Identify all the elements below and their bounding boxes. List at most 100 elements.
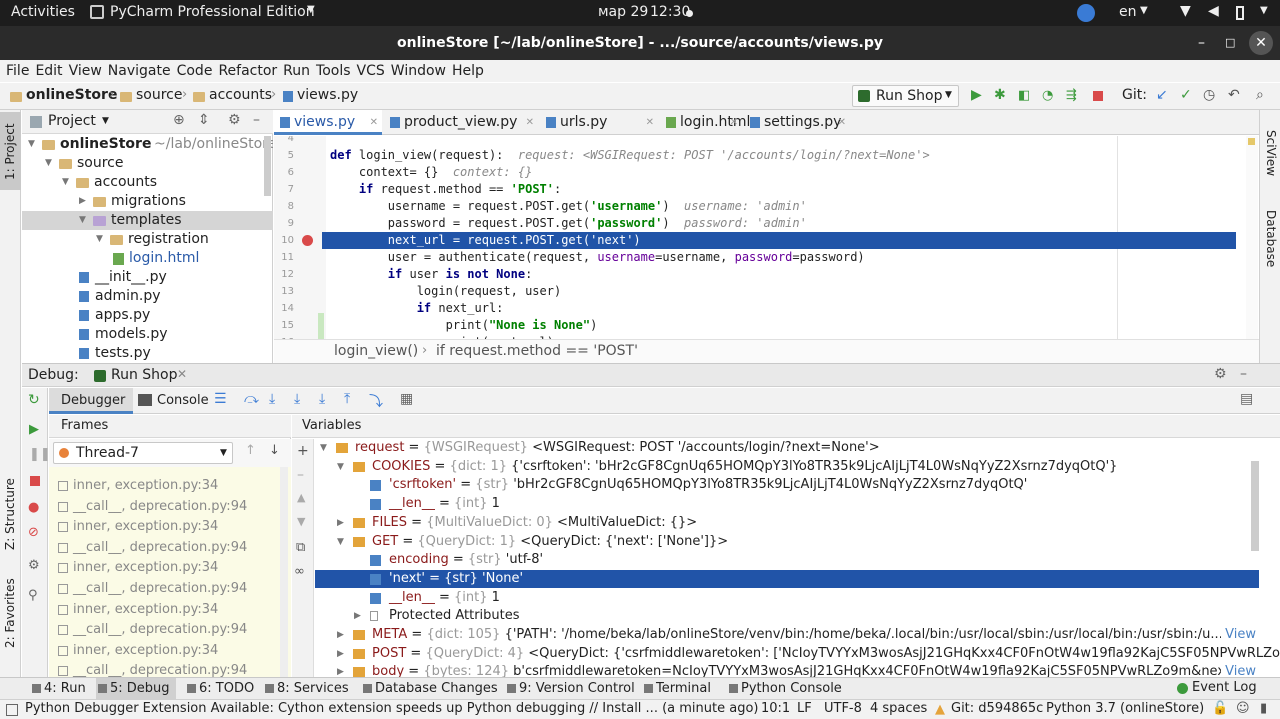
editor-crumb-block[interactable]: if request.method == 'POST' — [436, 343, 638, 359]
tree-item-registration[interactable]: ▼ registration — [22, 230, 273, 249]
close-icon[interactable]: ✕ — [370, 110, 378, 135]
code-line[interactable]: password = request.POST.get('password') … — [330, 215, 807, 232]
close-icon[interactable]: ✕ — [177, 367, 187, 381]
tool-button-4-run[interactable]: 4: Run — [30, 678, 86, 699]
inspector-icon[interactable]: ☺ — [1236, 701, 1250, 716]
git-update-icon[interactable]: ↙ — [1156, 87, 1168, 103]
tab-debugger[interactable]: Debugger — [49, 388, 133, 414]
caret-position[interactable]: 10:1 — [761, 701, 790, 716]
menu-view[interactable]: View — [66, 61, 105, 81]
menu-tools[interactable]: Tools — [313, 61, 354, 81]
move-down-icon[interactable]: ▼ — [297, 515, 305, 528]
collapse-arrow-icon[interactable]: ▼ — [28, 135, 35, 154]
breadcrumb-project[interactable]: onlineStore — [26, 87, 117, 103]
force-step-into-icon[interactable]: ⤓ — [319, 391, 325, 407]
tree-item-templates[interactable]: ▼ templates — [22, 211, 273, 230]
status-toggle-icon[interactable] — [6, 704, 18, 716]
move-up-icon[interactable]: ▲ — [297, 491, 305, 504]
variable-row[interactable]: __len__ = {int} 1 — [315, 589, 1259, 607]
tree-item-onlinestore[interactable]: ▼ onlineStore ~/lab/onlineStore — [22, 135, 273, 154]
thread-select[interactable]: Thread-7 ▼ — [53, 442, 233, 464]
language-indicator[interactable]: en — [1119, 4, 1137, 20]
status-message[interactable]: Python Debugger Extension Available: Cyt… — [25, 701, 758, 716]
frame-row[interactable]: __call__, deprecation.py:94 — [50, 579, 282, 599]
indent-setting[interactable]: 4 spaces — [870, 701, 927, 716]
file-encoding[interactable]: UTF-8 — [824, 701, 862, 716]
debug-icon[interactable]: ✱ — [994, 87, 1006, 103]
menu-refactor[interactable]: Refactor — [215, 61, 280, 81]
code-line[interactable]: print("None is None") — [330, 317, 598, 334]
tree-item-migrations[interactable]: ▶ migrations — [22, 192, 273, 211]
run-icon[interactable]: ▶ — [971, 87, 982, 103]
step-over-icon[interactable]: ⤼ — [244, 391, 259, 407]
lock-icon[interactable]: 🔓 — [1212, 701, 1228, 716]
locate-icon[interactable]: ⊕ — [173, 112, 185, 128]
event-log-button[interactable]: Event Log — [1192, 680, 1257, 695]
coverage-icon[interactable]: ◧ — [1018, 88, 1030, 103]
view-link[interactable]: View — [1221, 626, 1256, 644]
volume-icon[interactable]: ◀ — [1208, 3, 1219, 19]
menu-navigate[interactable]: Navigate — [105, 61, 174, 81]
collapse-arrow-icon[interactable]: ▼ — [62, 173, 69, 192]
collapse-arrow-icon[interactable]: ▼ — [320, 439, 327, 457]
close-icon[interactable]: ✕ — [1249, 31, 1273, 55]
step-out-icon[interactable]: ⤒ — [344, 391, 350, 407]
tree-item-models-py[interactable]: models.py — [22, 325, 273, 344]
expand-arrow-icon[interactable]: ▶ — [337, 626, 344, 644]
variable-row[interactable]: ▶ META = {dict: 105} {'PATH': '/home/beka… — [315, 626, 1259, 644]
tool-button-8-services[interactable]: 8: Services — [263, 678, 349, 699]
run-config-select[interactable]: Run Shop ▼ — [852, 85, 959, 107]
resume-icon[interactable]: ▶ — [29, 422, 39, 437]
line-separator[interactable]: LF — [797, 701, 812, 716]
code-line[interactable]: user = authenticate(request, username=us… — [330, 249, 865, 266]
editor-crumb-function[interactable]: login_view() — [334, 343, 418, 359]
code-editor[interactable]: 4 5 def login_view(request): request: <WSG… — [274, 136, 1259, 339]
menu-run[interactable]: Run — [280, 61, 313, 81]
profile-icon[interactable]: ◔ — [1042, 88, 1053, 103]
frame-row[interactable]: inner, exception.py:34 — [50, 600, 282, 620]
minimize-icon[interactable]: – — [1198, 26, 1205, 60]
vcs-change-marker[interactable] — [318, 313, 324, 339]
copy-icon[interactable]: ⧉ — [296, 540, 305, 555]
clock-date[interactable]: мар 29 — [598, 4, 648, 20]
editor-tab-urls-py[interactable]: urls.py ✕ — [540, 110, 658, 135]
tool-button-6-todo[interactable]: 6: TODO — [185, 678, 254, 699]
editor-tab-product-view-py[interactable]: product_view.py ✕ — [384, 110, 538, 135]
tree-item-source[interactable]: ▼ source — [22, 154, 273, 173]
new-watch-icon[interactable]: + — [297, 443, 309, 459]
menu-code[interactable]: Code — [174, 61, 216, 81]
step-into-icon[interactable]: ⤓ — [269, 391, 275, 407]
project-stripe-label[interactable]: 1: Project — [3, 123, 17, 180]
pause-icon[interactable]: ❚❚ — [29, 447, 51, 462]
tree-item-apps-py[interactable]: apps.py — [22, 306, 273, 325]
evaluate-expression-icon[interactable]: ▦ — [400, 391, 413, 407]
editor-tab-settings-py[interactable]: settings.py ✕ — [744, 110, 850, 135]
breadcrumb-accounts[interactable]: accounts — [209, 87, 272, 103]
breadcrumb-file[interactable]: views.py — [297, 87, 358, 103]
variable-row[interactable]: encoding = {str} 'utf-8' — [315, 551, 1259, 569]
code-line[interactable]: next_url = request.POST.get('next') — [330, 232, 641, 249]
expand-arrow-icon[interactable]: ▶ — [337, 645, 344, 663]
battery-icon[interactable] — [1236, 6, 1244, 20]
code-line[interactable]: if request.method == 'POST': — [330, 181, 561, 198]
collapse-arrow-icon[interactable]: ▼ — [96, 230, 103, 249]
code-line[interactable]: context= {} context: {} — [330, 164, 532, 181]
variable-row[interactable]: 'csrftoken' = {str} 'bHr2cGF8CgnUq65HOMQ… — [315, 476, 1259, 494]
mute-breakpoints-icon[interactable]: ⊘ — [28, 525, 39, 540]
sciview-stripe-label[interactable]: SciView — [1264, 130, 1278, 176]
menu-vcs[interactable]: VCS — [354, 61, 388, 81]
memory-icon[interactable]: ▮ — [1260, 701, 1267, 716]
debug-config-tab[interactable]: Run Shop — [111, 367, 178, 383]
variable-row[interactable]: ▶ FILES = {MultiValueDict: 0} <MultiValue… — [315, 514, 1259, 532]
editor-tab-login-html[interactable]: login.html ✕ — [660, 110, 750, 135]
collapse-all-icon[interactable]: ⇕ — [198, 112, 210, 128]
expand-arrow-icon[interactable]: ▶ — [337, 514, 344, 532]
project-panel-title[interactable]: Project — [48, 113, 96, 129]
frame-row[interactable]: inner, exception.py:34 — [50, 476, 282, 496]
next-frame-icon[interactable]: ↓ — [269, 443, 280, 458]
wifi-icon[interactable]: ▼ — [1180, 3, 1191, 19]
remove-watch-icon[interactable]: – — [297, 467, 304, 483]
app-menu-button[interactable]: PyCharm Professional Edition — [110, 4, 315, 20]
pin-icon[interactable]: ⚲ — [28, 588, 38, 603]
tool-button-terminal[interactable]: Terminal — [642, 678, 711, 699]
